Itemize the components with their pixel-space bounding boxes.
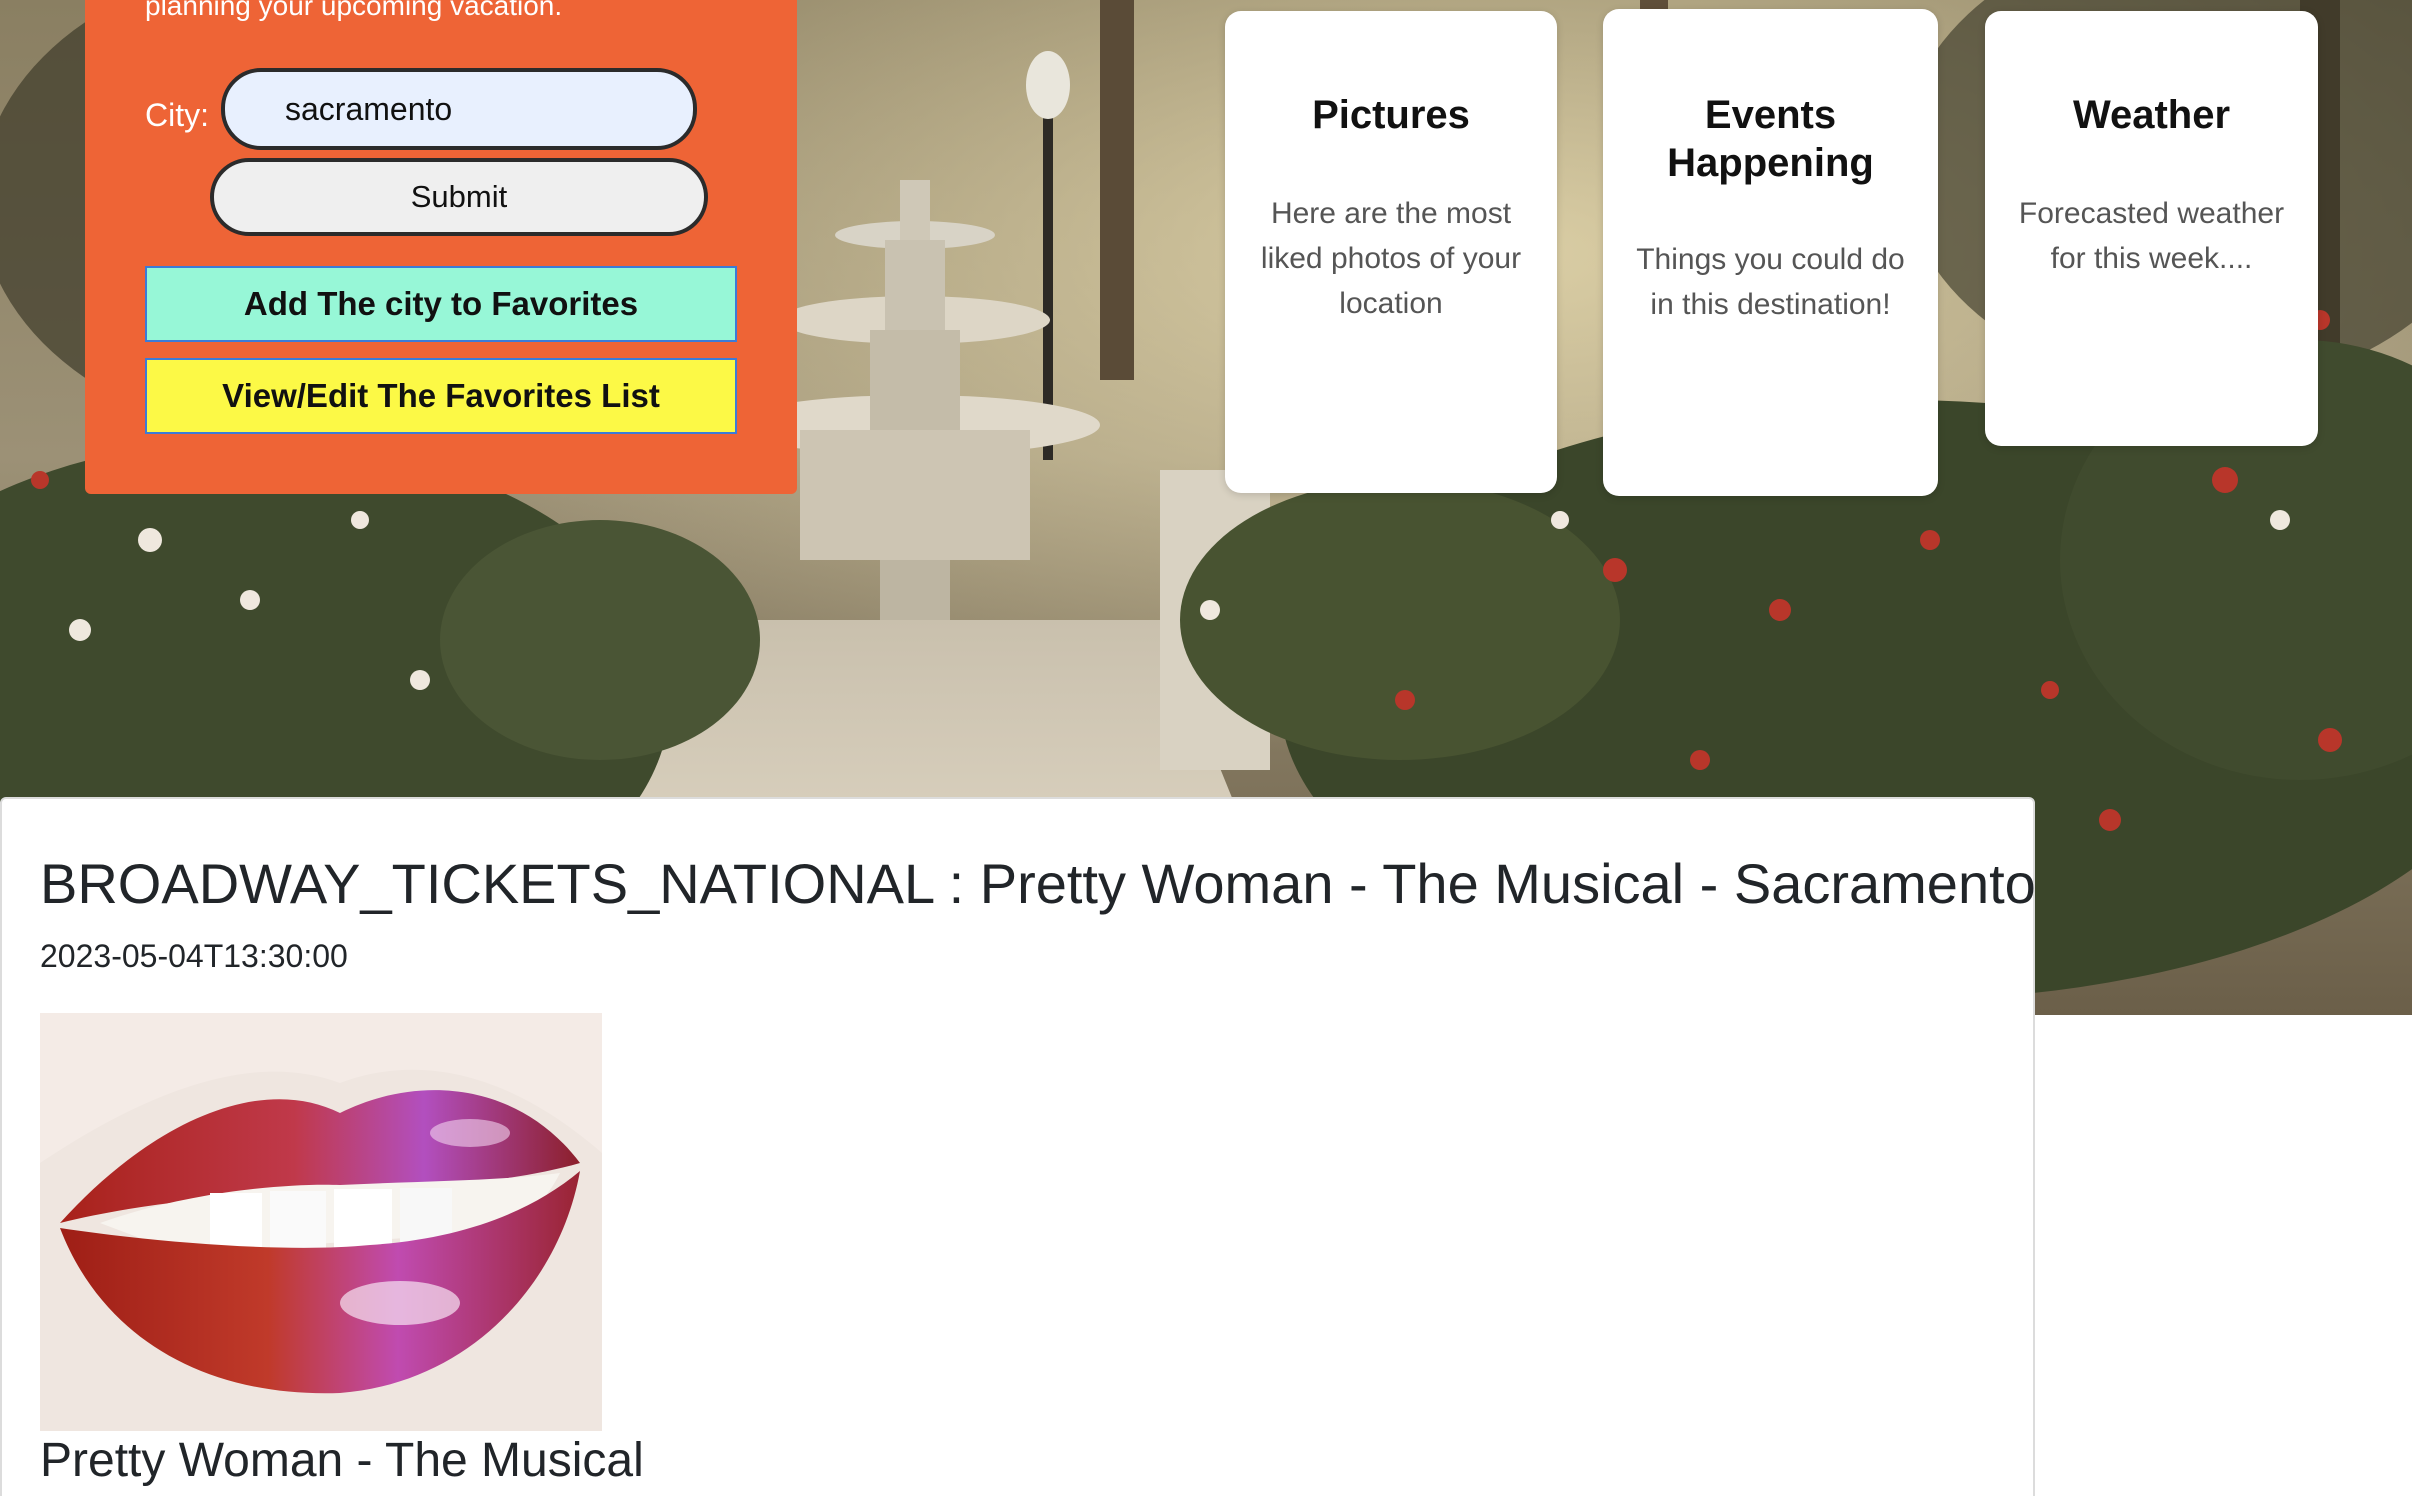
pictures-card[interactable]: Pictures Here are the most liked photos … xyxy=(1225,11,1557,493)
city-input[interactable] xyxy=(221,68,697,150)
event-datetime: 2023-05-04T13:30:00 xyxy=(40,938,348,974)
events-card-description: Things you could do in this destination! xyxy=(1636,243,1905,321)
page: planning your upcoming vacation. City: S… xyxy=(0,0,2412,1496)
pictures-card-description: Here are the most liked photos of your l… xyxy=(1260,197,1522,320)
lips-image-illustration xyxy=(40,1013,602,1431)
event-name: Pretty Woman - The Musical xyxy=(40,1434,644,1487)
city-search-panel: planning your upcoming vacation. City: S… xyxy=(85,0,797,494)
events-card[interactable]: Events Happening Things you could do in … xyxy=(1603,9,1938,496)
view-edit-favorites-button[interactable]: View/Edit The Favorites List xyxy=(145,358,737,434)
add-to-favorites-button[interactable]: Add The city to Favorites xyxy=(145,266,737,342)
weather-card[interactable]: Weather Forecasted weather for this week… xyxy=(1985,11,2318,446)
panel-intro-text: planning your upcoming vacation. xyxy=(145,0,563,21)
event-result-card: BROADWAY_TICKETS_NATIONAL : Pretty Woman… xyxy=(0,797,2036,1496)
weather-card-description: Forecasted weather for this week.... xyxy=(2018,197,2285,275)
city-label: City: xyxy=(145,97,209,133)
pictures-card-title: Pictures xyxy=(1312,93,1470,137)
weather-card-title: Weather xyxy=(2072,93,2231,137)
event-heading: BROADWAY_TICKETS_NATIONAL : Pretty Woman… xyxy=(40,852,2036,915)
submit-button[interactable]: Submit xyxy=(210,158,708,236)
event-image[interactable] xyxy=(40,1013,602,1431)
events-card-title: Events Happening xyxy=(1667,93,1874,185)
